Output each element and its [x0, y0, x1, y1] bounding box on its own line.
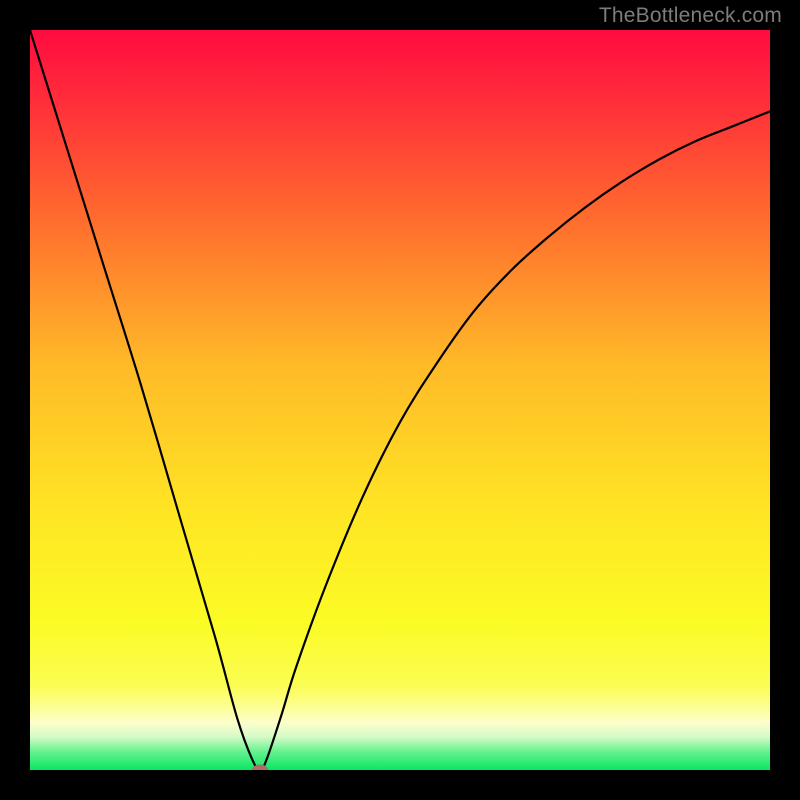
minimum-marker — [252, 765, 268, 771]
chart-frame: TheBottleneck.com — [0, 0, 800, 800]
plot-area — [30, 30, 770, 770]
bottleneck-curve — [30, 30, 770, 770]
watermark-text: TheBottleneck.com — [599, 4, 782, 28]
